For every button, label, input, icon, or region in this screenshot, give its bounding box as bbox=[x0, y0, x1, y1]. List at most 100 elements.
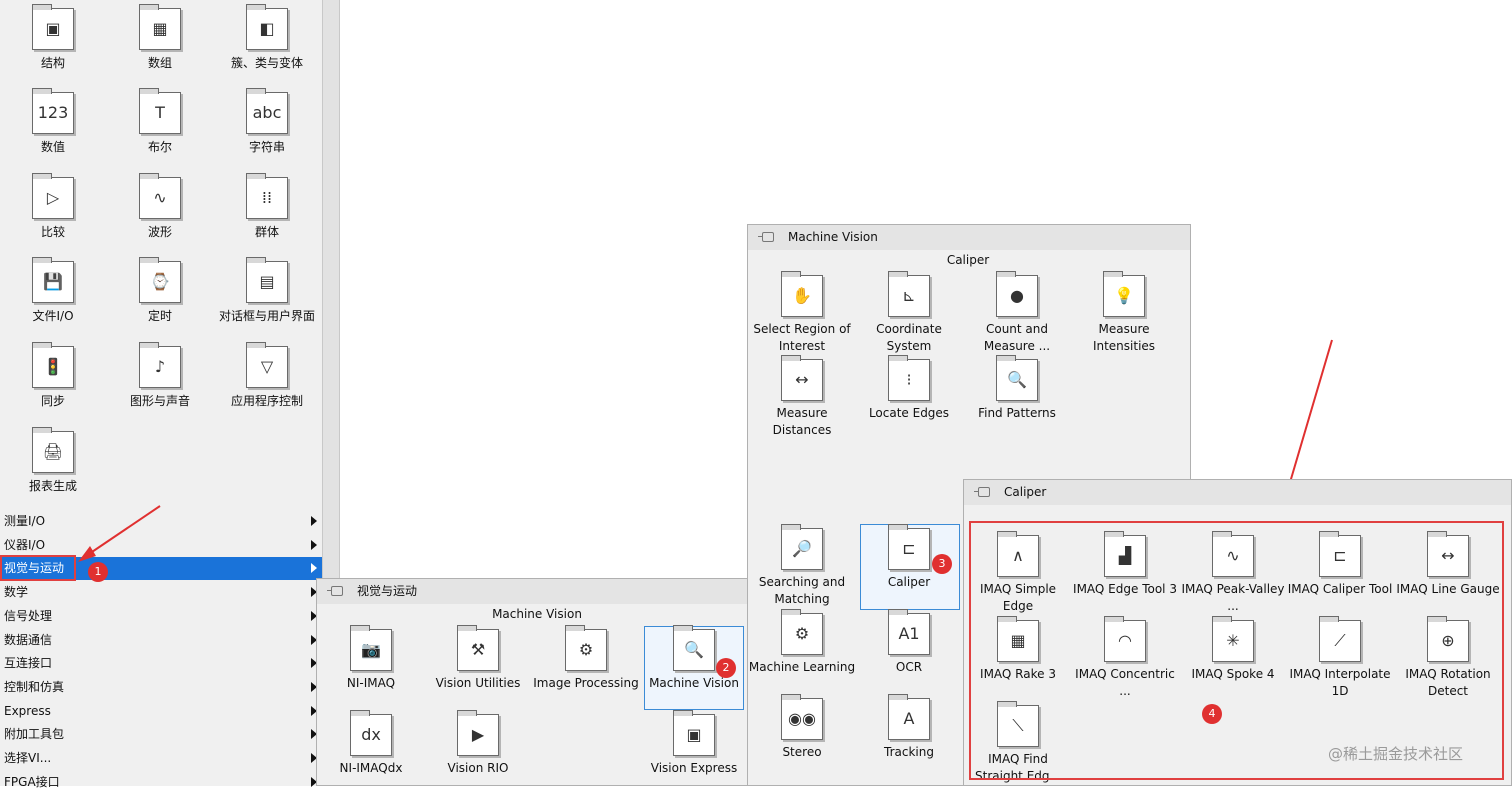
category-label: Express bbox=[4, 703, 51, 718]
subpalette-folder: 💾 bbox=[32, 257, 74, 303]
palette-item[interactable]: 123 数值 bbox=[3, 88, 103, 155]
category-label: 信号处理 bbox=[4, 608, 53, 623]
palette-item[interactable]: ⚙ Machine Learning bbox=[748, 609, 856, 676]
palette-item-label: NI-IMAQ bbox=[346, 676, 396, 690]
palette-item[interactable]: 📷 NI-IMAQ bbox=[317, 625, 425, 692]
subpalette-folder: ● bbox=[996, 271, 1038, 317]
palette-item-label: 簇、类与变体 bbox=[230, 56, 303, 70]
palette-item[interactable]: 🖨 报表生成 bbox=[3, 427, 103, 494]
palette-item[interactable]: 💡 Measure Intensities bbox=[1070, 271, 1178, 355]
category-label: FPGA接口 bbox=[4, 774, 60, 789]
caliper-vis-highlight bbox=[969, 521, 1504, 780]
palette-item[interactable]: 💾 文件I/O bbox=[3, 257, 103, 324]
palette-item[interactable]: ◉◉ Stereo bbox=[748, 694, 856, 761]
palette-item[interactable]: 🔍 Find Patterns bbox=[963, 355, 1071, 422]
category-item[interactable]: 控制和仿真 bbox=[0, 676, 322, 699]
pin-icon[interactable] bbox=[758, 232, 774, 242]
palette-item[interactable]: dx NI-IMAQdx bbox=[317, 710, 425, 777]
ni-imaq-icon: 📷 bbox=[361, 640, 381, 659]
category-item[interactable]: 附加工具包 bbox=[0, 723, 322, 746]
submenu-arrow-icon bbox=[311, 516, 317, 526]
subpalette-folder: 🔍 bbox=[996, 355, 1038, 401]
category-label: 附加工具包 bbox=[4, 727, 65, 742]
subpalette-folder: abc bbox=[246, 88, 288, 134]
category-item[interactable]: 信号处理 bbox=[0, 605, 322, 628]
palette-item-label: Select Region of Interest bbox=[753, 322, 851, 353]
palette-item-label: Vision Express bbox=[650, 761, 738, 775]
palette-item-label: Measure Distances bbox=[772, 406, 832, 437]
select-roi-icon: ✋ bbox=[792, 286, 812, 305]
subpalette-folder: 💡 bbox=[1103, 271, 1145, 317]
palette-item-label: 比较 bbox=[40, 225, 65, 239]
palette-item[interactable]: ⚙ Image Processing bbox=[532, 625, 640, 692]
step-badge-4: 4 bbox=[1202, 704, 1222, 724]
subpalette-folder: ⊾ bbox=[888, 271, 930, 317]
subpalette-folder: 🖨 bbox=[32, 427, 74, 473]
palette-item-label: Machine Learning bbox=[748, 660, 856, 674]
palette-item[interactable]: ⊾ Coordinate System bbox=[855, 271, 963, 355]
tracking-icon: A bbox=[903, 709, 915, 728]
palette-item[interactable]: ⁝ Locate Edges bbox=[855, 355, 963, 422]
palette-item[interactable]: abc 字符串 bbox=[217, 88, 317, 155]
palette-item[interactable]: ♪ 图形与声音 bbox=[110, 342, 210, 409]
palette-item[interactable]: ▤ 对话框与用户界面 bbox=[217, 257, 317, 324]
palette-item[interactable]: ▷ 比较 bbox=[3, 173, 103, 240]
vision-express-icon: ▣ bbox=[686, 725, 702, 744]
palette-item-label: 对话框与用户界面 bbox=[218, 309, 315, 323]
functions-palette: ▣ 结构 ▦ 数组 ◧ 簇、类与变体 123 数值 T 布尔 abc 字符串 ▷ 比较 ∿ 波形 ⁞⁞ 群体 💾 文件… bbox=[0, 0, 322, 789]
palette-item[interactable]: ▣ Vision Express bbox=[640, 710, 748, 777]
palette-item-label: 文件I/O bbox=[32, 309, 74, 323]
palette-item[interactable]: A Tracking bbox=[855, 694, 963, 761]
palette-item[interactable]: ▣ 结构 bbox=[3, 4, 103, 71]
timing-icon: ⌚ bbox=[150, 272, 170, 291]
annotation-arrow bbox=[78, 505, 161, 562]
palette-item[interactable]: ▶ Vision RIO bbox=[424, 710, 532, 777]
palette-item-label: Tracking bbox=[884, 745, 934, 759]
palette-item-label: Coordinate System bbox=[876, 322, 942, 353]
palette-item[interactable]: ● Count and Measure ... bbox=[963, 271, 1071, 355]
category-label: 仪器I/O bbox=[4, 537, 46, 552]
category-label: 数学 bbox=[4, 585, 29, 600]
palette-item[interactable]: ◧ 簇、类与变体 bbox=[217, 4, 317, 71]
palette-item[interactable]: ✋ Select Region of Interest bbox=[748, 271, 856, 355]
ocr-icon: A1 bbox=[898, 624, 920, 643]
subpalette-folder: ▽ bbox=[246, 342, 288, 388]
category-item[interactable]: 选择VI... bbox=[0, 747, 322, 770]
subpalette-folder: ⊏ bbox=[888, 524, 930, 570]
palette-item[interactable]: ▽ 应用程序控制 bbox=[217, 342, 317, 409]
palette-title-text: 视觉与运动 bbox=[357, 584, 418, 598]
stereo-icon: ◉◉ bbox=[788, 709, 816, 728]
vision-utilities-icon: ⚒ bbox=[470, 640, 486, 659]
palette-item[interactable]: 🔎 Searching and Matching bbox=[748, 524, 856, 608]
category-item[interactable]: 数学 bbox=[0, 581, 322, 604]
palette-item[interactable]: ∿ 波形 bbox=[110, 173, 210, 240]
palette-item[interactable]: T 布尔 bbox=[110, 88, 210, 155]
subpalette-folder: ↔ bbox=[781, 355, 823, 401]
category-item[interactable]: Express bbox=[0, 700, 322, 723]
palette-title: Caliper bbox=[964, 480, 1511, 505]
palette-item-label: Count and Measure ... bbox=[983, 322, 1051, 353]
palette-item[interactable]: ▦ 数组 bbox=[110, 4, 210, 71]
machine-vision-icon: 🔍 bbox=[684, 640, 704, 659]
searching-matching-icon: 🔎 bbox=[792, 539, 812, 558]
palette-item[interactable]: ↔ Measure Distances bbox=[748, 355, 856, 439]
subpalette-folder: A bbox=[888, 694, 930, 740]
measure-intensities-icon: 💡 bbox=[1114, 286, 1134, 305]
section-label: Caliper bbox=[946, 253, 990, 267]
category-item[interactable]: FPGA接口 bbox=[0, 771, 322, 794]
palette-item[interactable]: ⚒ Vision Utilities bbox=[424, 625, 532, 692]
palette-item-label: 群体 bbox=[254, 225, 279, 239]
palette-item[interactable]: 🚦 同步 bbox=[3, 342, 103, 409]
palette-item[interactable]: ⌚ 定时 bbox=[110, 257, 210, 324]
palette-title-text: Machine Vision bbox=[788, 230, 878, 244]
palette-item[interactable]: ⁞⁞ 群体 bbox=[217, 173, 317, 240]
palette-item[interactable]: A1 OCR bbox=[855, 609, 963, 676]
pin-icon[interactable] bbox=[327, 586, 343, 596]
subpalette-folder: T bbox=[139, 88, 181, 134]
subpalette-folder: ⚙ bbox=[781, 609, 823, 655]
pin-icon[interactable] bbox=[974, 487, 990, 497]
subpalette-folder: 🔎 bbox=[781, 524, 823, 570]
category-item[interactable]: 互连接口 bbox=[0, 652, 322, 675]
category-item[interactable]: 数据通信 bbox=[0, 629, 322, 652]
subpalette-folder: ▤ bbox=[246, 257, 288, 303]
